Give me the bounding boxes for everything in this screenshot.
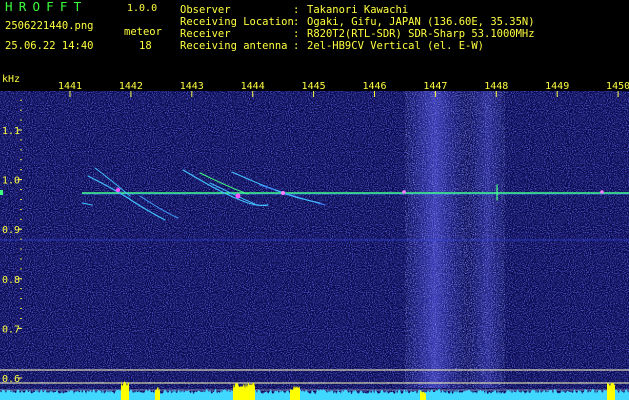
x-tick-label: 1441	[58, 81, 82, 92]
power-peak	[607, 382, 615, 400]
noise-band-speckle	[405, 88, 505, 388]
y-tick-label: 0.9	[2, 225, 20, 236]
antenna-value: 2el-HB9CV Vertical (el. E-W)	[307, 40, 485, 52]
spectrogram: 1441 1442 1443 1444 1445 1446 1447 1448 1449 1450…	[0, 74, 629, 400]
x-tick-label: 1446	[362, 81, 386, 92]
location-colon: :	[293, 16, 300, 28]
meteor-head-3	[281, 191, 285, 195]
x-tick-label: 1450	[606, 81, 629, 92]
app-version: 1.0.0	[127, 3, 158, 14]
x-tick-label: 1449	[545, 81, 569, 92]
receiver-label: Receiver	[180, 28, 231, 40]
receiver-value: R820T2(RTL-SDR) SDR-Sharp 53.1000MHz	[307, 28, 535, 40]
antenna-colon: :	[293, 40, 300, 52]
meteor-head-4	[402, 190, 406, 194]
location-label: Receiving Location	[180, 16, 294, 28]
meteor-head-5	[600, 190, 604, 194]
x-tick-label: 1444	[241, 81, 265, 92]
meteor-head-2	[235, 193, 241, 199]
y-tick-label: 0.8	[2, 275, 20, 286]
y-unit-label: kHz	[2, 74, 20, 85]
receiver-colon: :	[293, 28, 300, 40]
app-title: HROFFT	[5, 0, 88, 14]
y-tick-label: 0.7	[2, 324, 20, 335]
x-tick-label: 1442	[119, 81, 143, 92]
y-tick-label: 1.1	[2, 126, 20, 137]
x-tick-label: 1443	[180, 81, 204, 92]
observer-label: Observer	[180, 4, 231, 16]
observer-value: Takanori Kawachi	[307, 4, 409, 16]
location-value: Ogaki, Gifu, JAPAN (136.60E, 35.35N)	[307, 16, 535, 28]
antenna-label: Receiving antenna	[180, 40, 288, 52]
hrofft-window: 1441 1442 1443 1444 1445 1446 1447 1448 1449 1450…	[0, 0, 629, 400]
observer-colon: :	[293, 4, 300, 16]
x-tick-label: 1448	[484, 81, 508, 92]
x-tick-label: 1445	[302, 81, 326, 92]
noise-layer	[0, 88, 629, 400]
observation-time: 25.06.22 14:40	[5, 40, 94, 52]
y-tick-label: 1.0	[2, 176, 20, 187]
power-peak	[233, 382, 255, 400]
meteor-count: 18	[139, 40, 152, 52]
meteor-head-1	[115, 187, 121, 193]
left-edge-marker	[0, 190, 3, 195]
meteor-label: meteor	[124, 26, 162, 38]
x-tick-label: 1447	[423, 81, 447, 92]
file-name: 2506221440.png	[5, 20, 94, 32]
